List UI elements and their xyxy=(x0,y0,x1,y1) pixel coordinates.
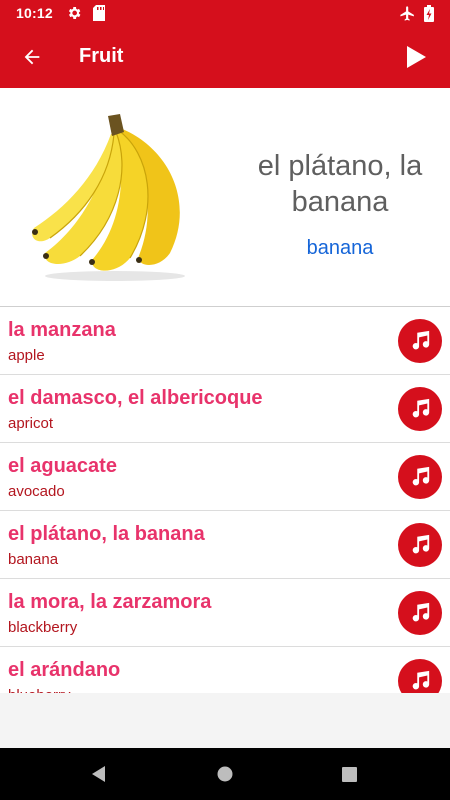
nav-back-icon xyxy=(92,766,105,782)
gear-icon xyxy=(66,5,82,26)
back-button[interactable] xyxy=(8,33,56,81)
list-item[interactable]: la mora, la zarzamora blackberry xyxy=(0,579,450,647)
word-text: el plátano, la banana xyxy=(8,523,205,545)
nav-back-button[interactable] xyxy=(83,758,115,790)
play-sound-button[interactable] xyxy=(398,387,442,431)
list-item[interactable]: el arándano blueberry xyxy=(0,647,450,693)
music-note-icon xyxy=(412,670,430,690)
arrow-left-icon xyxy=(24,49,40,65)
translation-text: banana xyxy=(8,551,59,568)
sd-card-icon xyxy=(92,5,106,26)
word-list[interactable]: la manzana apple el damasco, el alberico… xyxy=(0,307,450,693)
translation-text: avocado xyxy=(8,483,65,500)
play-sound-button[interactable] xyxy=(398,591,442,635)
music-note-icon xyxy=(412,398,430,418)
music-note-icon xyxy=(412,602,430,622)
music-note-icon xyxy=(412,466,430,486)
music-note-icon xyxy=(412,330,430,350)
nav-recents-button[interactable] xyxy=(333,758,365,790)
app-bar: Fruit xyxy=(0,26,450,88)
list-item[interactable]: la manzana apple xyxy=(0,307,450,375)
play-sound-button[interactable] xyxy=(398,659,442,693)
status-time: 10:12 xyxy=(16,5,53,21)
play-sound-button[interactable] xyxy=(398,523,442,567)
featured-translation: banana xyxy=(306,237,374,259)
banana-image xyxy=(32,114,185,281)
nav-home-icon xyxy=(217,766,233,782)
page-title: Fruit xyxy=(79,45,124,67)
list-item[interactable]: el damasco, el albericoque apricot xyxy=(0,375,450,443)
featured-word-card: el plátano, la banana banana xyxy=(0,88,450,306)
word-text: la mora, la zarzamora xyxy=(8,591,212,613)
word-text: el damasco, el albericoque xyxy=(8,387,263,409)
play-icon xyxy=(407,46,426,68)
airplane-icon xyxy=(399,5,416,27)
status-bar: 10:12 xyxy=(0,0,450,26)
word-text: el arándano xyxy=(8,659,121,681)
music-note-icon xyxy=(412,534,430,554)
nav-home-button[interactable] xyxy=(209,758,241,790)
translation-text: blackberry xyxy=(8,619,78,636)
empty-area xyxy=(0,693,450,748)
play-sound-button[interactable] xyxy=(398,319,442,363)
system-nav-bar xyxy=(0,748,450,800)
nav-recents-icon xyxy=(341,766,357,782)
battery-charging-icon xyxy=(424,5,434,27)
featured-word: el plátano, la banana xyxy=(257,150,423,218)
play-all-button[interactable] xyxy=(392,33,440,81)
list-item[interactable]: el plátano, la banana banana xyxy=(0,511,450,579)
word-text: la manzana xyxy=(8,319,116,341)
translation-text: apricot xyxy=(8,415,54,432)
list-item[interactable]: el aguacate avocado xyxy=(0,443,450,511)
word-text: el aguacate xyxy=(8,455,117,477)
translation-text: apple xyxy=(8,347,45,364)
play-sound-button[interactable] xyxy=(398,455,442,499)
